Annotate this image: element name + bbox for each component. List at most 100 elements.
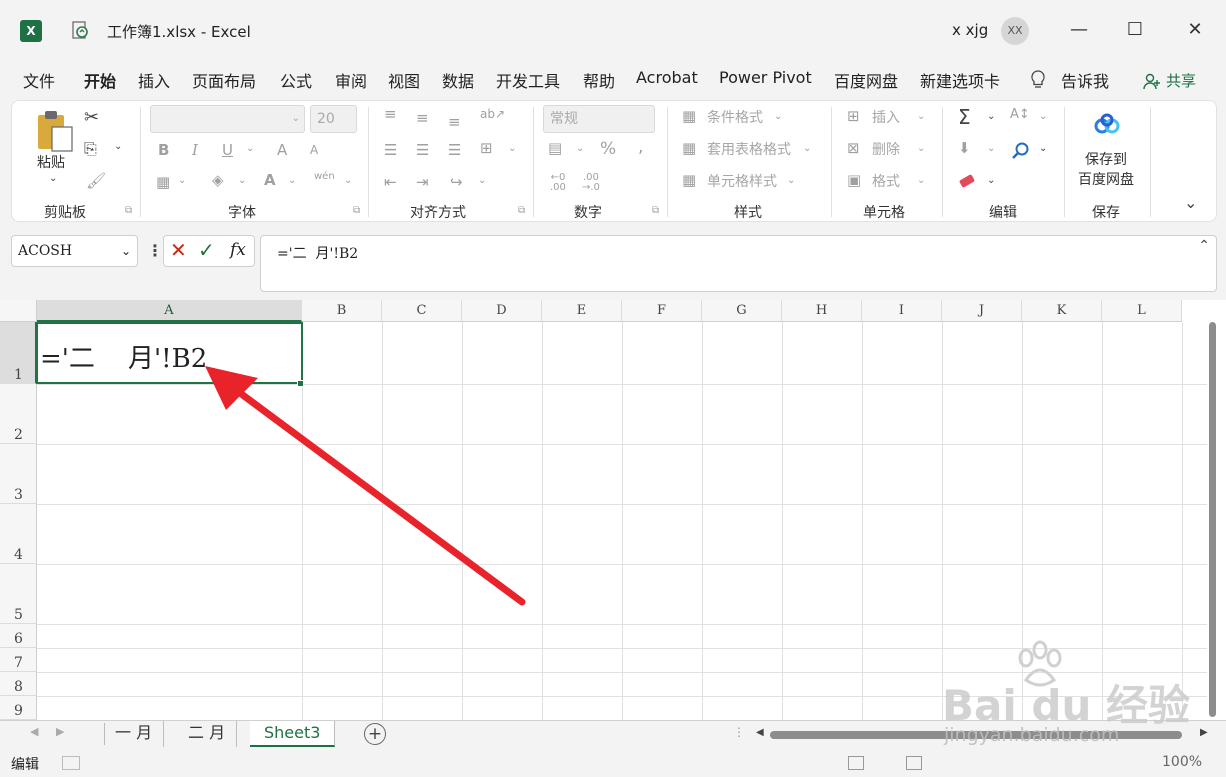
increase-decimal-icon[interactable]: ←0.00 xyxy=(550,173,566,193)
align-top-icon[interactable]: ≡ xyxy=(384,105,397,123)
hscroll-left-icon[interactable]: ◀ xyxy=(756,727,764,738)
row-header-9[interactable]: 9 xyxy=(0,696,37,720)
column-header-k[interactable]: K xyxy=(1022,300,1102,322)
cut-scissors-icon[interactable]: ✂ xyxy=(84,107,99,128)
column-header-i[interactable]: I xyxy=(862,300,942,322)
italic-button[interactable]: I xyxy=(192,141,198,159)
minimize-button[interactable]: — xyxy=(1067,18,1091,42)
tab-file[interactable]: 文件 xyxy=(23,68,55,92)
baidu-netdisk-icon[interactable] xyxy=(1094,113,1120,135)
clipboard-launcher-icon[interactable]: ⧉ xyxy=(125,205,132,216)
alignment-launcher-icon[interactable]: ⧉ xyxy=(518,205,525,216)
format-table-dropdown-icon[interactable]: ⌄ xyxy=(803,143,811,154)
normal-view-icon[interactable] xyxy=(848,756,864,770)
decrease-decimal-icon[interactable]: .00 →.0 xyxy=(582,173,600,193)
format-as-table-button[interactable]: 套用表格格式 xyxy=(707,139,791,159)
column-header-e[interactable]: E xyxy=(542,300,622,322)
column-header-l[interactable]: L xyxy=(1102,300,1182,322)
font-color-dropdown-icon[interactable]: ⌄ xyxy=(288,175,296,186)
column-header-a[interactable]: A xyxy=(37,300,302,322)
column-header-h[interactable]: H xyxy=(782,300,862,322)
sheet-tab-sheet3[interactable]: Sheet3 xyxy=(250,721,336,747)
accessibility-icon[interactable] xyxy=(62,756,80,770)
accounting-dropdown-icon[interactable]: ⌄ xyxy=(576,143,584,154)
user-name[interactable]: x xjg xyxy=(952,21,988,39)
number-format-dropdown[interactable]: 常规 xyxy=(543,105,655,133)
format-painter-icon[interactable]: 🖌 xyxy=(86,171,106,190)
tab-page-layout[interactable]: 页面布局 xyxy=(192,68,256,92)
fill-dropdown-icon[interactable]: ⌄ xyxy=(987,143,995,154)
align-left-icon[interactable]: ☰ xyxy=(384,141,397,159)
row-header-2[interactable]: 2 xyxy=(0,384,37,444)
font-color-button[interactable]: A xyxy=(264,171,276,189)
user-avatar[interactable]: XX xyxy=(1001,17,1029,45)
format-cells-icon[interactable]: ▣ xyxy=(847,171,861,189)
column-header-c[interactable]: C xyxy=(382,300,462,322)
select-all-corner[interactable] xyxy=(0,300,37,322)
autosave-sync-icon[interactable] xyxy=(70,20,90,40)
column-header-f[interactable]: F xyxy=(622,300,702,322)
insert-function-button[interactable]: fx xyxy=(230,240,246,260)
tab-formulas[interactable]: 公式 xyxy=(280,68,312,92)
share-button[interactable]: 共享 xyxy=(1166,70,1196,91)
tab-baidu-netdisk[interactable]: 百度网盘 xyxy=(834,68,898,92)
cell-a1-active[interactable]: ='二 月'!B2 xyxy=(36,322,303,384)
tab-new-tab[interactable]: 新建选项卡 xyxy=(920,68,1000,92)
row-header-7[interactable]: 7 xyxy=(0,648,37,672)
tab-insert[interactable]: 插入 xyxy=(138,68,170,92)
vertical-scroll-thumb[interactable] xyxy=(1209,322,1216,717)
more-options-icon[interactable]: ⋮ xyxy=(147,241,163,260)
fill-handle[interactable] xyxy=(297,380,304,387)
maximize-button[interactable]: ☐ xyxy=(1123,18,1147,42)
delete-cells-icon[interactable]: ⊠ xyxy=(847,139,860,157)
find-select-icon[interactable] xyxy=(1010,141,1030,161)
merge-dropdown-icon[interactable]: ⌄ xyxy=(508,143,516,154)
sheet-tab-feb[interactable]: 二 月 xyxy=(177,721,238,747)
format-dropdown-icon[interactable]: ⌄ xyxy=(917,175,925,186)
tab-power-pivot[interactable]: Power Pivot xyxy=(719,68,812,87)
borders-icon[interactable]: ▦ xyxy=(156,173,170,191)
wrap-text-icon[interactable]: ↪ xyxy=(450,173,463,191)
format-cells-button[interactable]: 格式 xyxy=(872,171,900,191)
row-header-8[interactable]: 8 xyxy=(0,672,37,696)
shrink-font-button[interactable]: A xyxy=(310,143,318,157)
fill-color-icon[interactable]: ◈ xyxy=(212,171,224,189)
row-header-1[interactable]: 1 xyxy=(0,322,37,384)
cancel-entry-button[interactable]: ✕ xyxy=(170,238,187,262)
column-header-j[interactable]: J xyxy=(942,300,1022,322)
scroll-tabs-right-icon[interactable]: ▶ xyxy=(56,725,64,738)
phonetic-guide-icon[interactable]: wén xyxy=(314,171,335,182)
vertical-scrollbar[interactable] xyxy=(1207,322,1217,718)
merge-center-icon[interactable]: ⊞ xyxy=(480,139,493,157)
row-header-5[interactable]: 5 xyxy=(0,564,37,624)
insert-dropdown-icon[interactable]: ⌄ xyxy=(917,111,925,122)
save-to-baidu-line1[interactable]: 保存到 xyxy=(1085,149,1127,169)
hscroll-right-icon[interactable]: ▶ xyxy=(1200,727,1208,738)
insert-cells-button[interactable]: 插入 xyxy=(872,107,900,127)
font-launcher-icon[interactable]: ⧉ xyxy=(353,205,360,216)
sort-filter-icon[interactable]: A↕ xyxy=(1010,107,1030,122)
scroll-tabs-left-icon[interactable]: ◀ xyxy=(30,725,38,738)
copy-icon[interactable]: ⎘ xyxy=(84,139,97,159)
tab-acrobat[interactable]: Acrobat xyxy=(636,68,698,87)
grow-font-button[interactable]: A xyxy=(277,141,287,159)
tab-view[interactable]: 视图 xyxy=(388,68,420,92)
cell-styles-dropdown-icon[interactable]: ⌄ xyxy=(787,175,795,186)
delete-dropdown-icon[interactable]: ⌄ xyxy=(917,143,925,154)
clear-eraser-icon[interactable] xyxy=(958,173,976,189)
increase-indent-icon[interactable]: ⇥ xyxy=(416,173,429,191)
row-header-4[interactable]: 4 xyxy=(0,504,37,564)
tab-developer[interactable]: 开发工具 xyxy=(496,68,560,92)
sheet-tab-jan[interactable]: 一 月 xyxy=(104,721,165,747)
delete-cells-button[interactable]: 删除 xyxy=(872,139,900,159)
percent-style-button[interactable]: % xyxy=(600,139,616,159)
orientation-icon[interactable]: ab↗ xyxy=(480,107,505,121)
comma-style-button[interactable]: , xyxy=(638,137,643,157)
align-right-icon[interactable]: ☰ xyxy=(448,141,461,159)
row-header-6[interactable]: 6 xyxy=(0,624,37,648)
sort-dropdown-icon[interactable]: ⌄ xyxy=(1039,111,1047,122)
font-size-dropdown[interactable]: 20 xyxy=(310,105,357,133)
conditional-dropdown-icon[interactable]: ⌄ xyxy=(774,111,782,122)
fill-down-icon[interactable]: ⬇ xyxy=(958,139,971,157)
copy-dropdown-icon[interactable]: ⌄ xyxy=(114,141,122,152)
